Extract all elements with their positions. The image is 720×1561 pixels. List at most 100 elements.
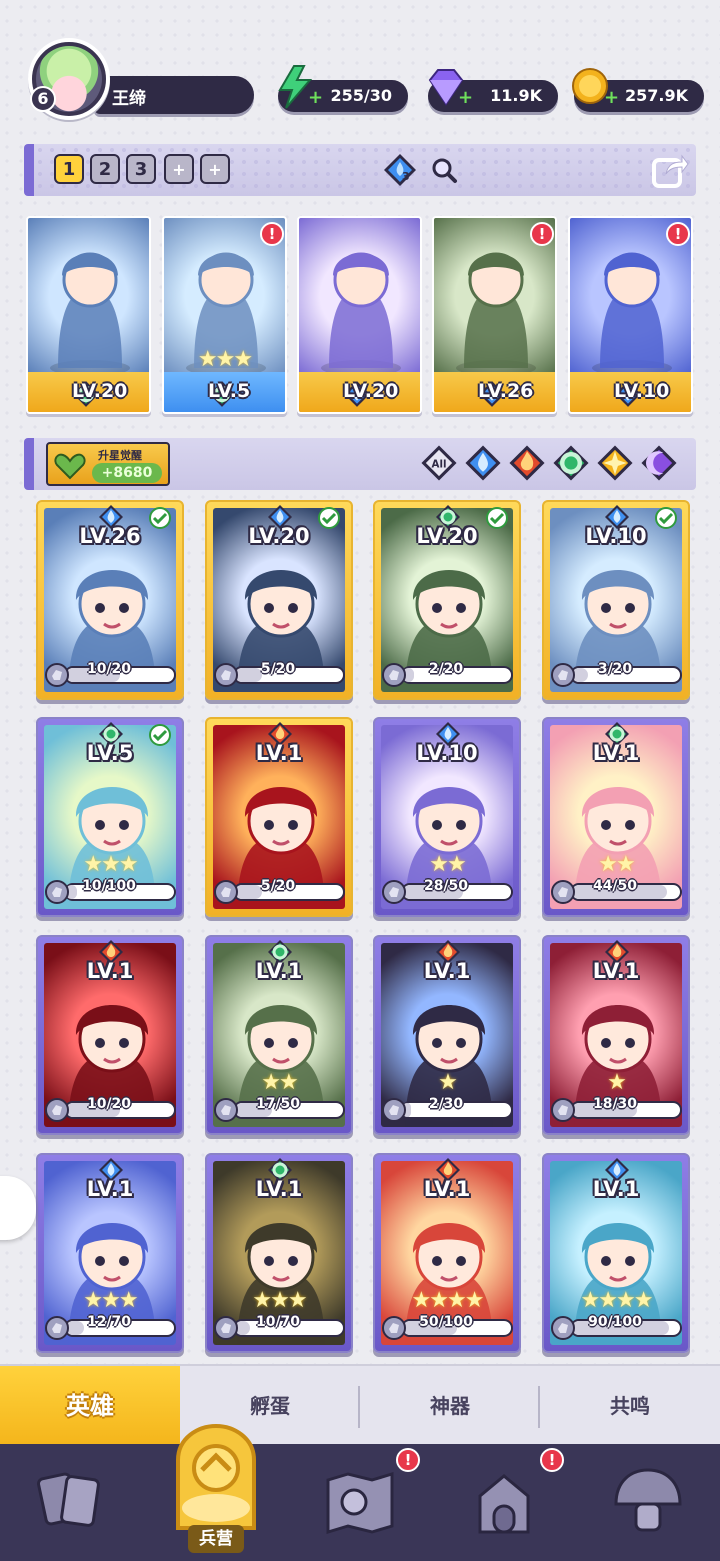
player-name-pill[interactable]: 王缔	[94, 76, 254, 114]
hero-level: LV.1	[423, 959, 471, 983]
hero-card[interactable]: LV.5 ★★★ 10/100	[36, 717, 184, 917]
hero-shard-progress: 10/20	[44, 1096, 176, 1123]
hero-level: LV.26	[79, 524, 141, 548]
hero-level: LV.20	[248, 524, 310, 548]
slot-alert-badge: !	[260, 222, 284, 246]
mushroom-icon	[614, 1468, 682, 1532]
slot-level: LV.20	[72, 380, 128, 402]
slot-level: LV.20	[343, 380, 399, 402]
team-tab-2[interactable]: 2	[90, 154, 120, 184]
hero-level: LV.1	[592, 1177, 640, 1201]
share-icon[interactable]	[650, 150, 690, 190]
hero-stars: ★★★	[83, 852, 138, 877]
add-team-button-2[interactable]: +	[200, 154, 230, 184]
team-slot[interactable]: LV.26	[432, 216, 557, 414]
team-slot[interactable]: LV.20	[297, 216, 422, 414]
nature-element-icon	[553, 445, 589, 481]
filter-light-button[interactable]	[596, 444, 634, 482]
hero-stars: ★★★★	[411, 1288, 485, 1313]
barracks-icon	[176, 1423, 256, 1530]
hero-stars: ★★	[261, 1070, 298, 1095]
add-energy-icon[interactable]: +	[308, 89, 324, 107]
hero-shard-progress: 17/50	[213, 1096, 345, 1123]
gem-resource[interactable]: + 11.9K	[428, 69, 558, 112]
hero-shard-progress: 50/100	[381, 1314, 513, 1341]
gem-value: 11.9K	[490, 86, 542, 105]
nav-barracks[interactable]: 兵营	[144, 1420, 288, 1561]
svg-text:All: All	[432, 459, 447, 470]
nav-cards[interactable]	[0, 1444, 144, 1561]
slot-level-bar: LV.5	[164, 372, 285, 412]
hero-card[interactable]: LV.20 5/20	[205, 500, 353, 700]
slot-alert-badge: !	[530, 222, 554, 246]
add-gold-icon[interactable]: +	[604, 89, 620, 107]
team-slot[interactable]: LV.10	[568, 216, 693, 414]
all-filter-icon: All	[421, 445, 457, 481]
team-selector-bar: 1 2 3 + + 3	[24, 144, 696, 196]
hero-card[interactable]: LV.1 ★★★★ 90/100	[542, 1153, 690, 1353]
team-slot[interactable]: ★★★ LV.5	[162, 216, 287, 414]
hero-shard-progress: 12/70	[44, 1314, 176, 1341]
add-gems-icon[interactable]: +	[458, 89, 474, 107]
team-tab-3[interactable]: 3	[126, 154, 156, 184]
nav-map[interactable]: !	[288, 1444, 432, 1561]
hero-shard-progress: 18/30	[550, 1096, 682, 1123]
hero-shard-progress: 3/20	[550, 661, 682, 688]
nav-mushroom[interactable]	[576, 1444, 720, 1561]
hero-stars: ★	[438, 1070, 458, 1095]
filter-nature-button[interactable]	[552, 444, 590, 482]
hero-shard-progress: 5/20	[213, 661, 345, 688]
hero-card[interactable]: LV.1 10/20	[36, 935, 184, 1135]
filter-all-button[interactable]: All	[420, 444, 458, 482]
hero-stars: ★★★	[197, 347, 253, 372]
hero-card[interactable]: LV.1 ★★★ 10/70	[205, 1153, 353, 1353]
filter-dark-button[interactable]	[640, 444, 678, 482]
awaken-value: +8680	[92, 463, 162, 483]
slot-alert-badge: !	[666, 222, 690, 246]
hero-card[interactable]: LV.1 ★★ 44/50	[542, 717, 690, 917]
tab-resonance[interactable]: 共鸣	[540, 1366, 720, 1446]
filter-water-button[interactable]	[464, 444, 502, 482]
hero-card[interactable]: LV.1 ★★★ 12/70	[36, 1153, 184, 1353]
hero-card[interactable]: LV.20 2/20	[373, 500, 521, 700]
hero-shard-progress: 10/70	[213, 1314, 345, 1341]
hero-card[interactable]: LV.1 ★★ 17/50	[205, 935, 353, 1135]
nav-shrine[interactable]: !	[432, 1444, 576, 1561]
hero-level: LV.5	[86, 741, 134, 765]
floating-helper-avatar[interactable]	[0, 1176, 36, 1240]
water-element-icon	[465, 445, 501, 481]
hero-figure	[50, 252, 130, 376]
magnify-icon[interactable]	[430, 156, 458, 184]
slot-level-bar: LV.20	[299, 372, 420, 412]
hero-card[interactable]: LV.1 5/20	[205, 717, 353, 917]
hero-card[interactable]: LV.1 ★★★★ 50/100	[373, 1153, 521, 1353]
hero-stars: ★★★	[252, 1288, 307, 1313]
heart-icon	[54, 453, 86, 480]
team-element-indicator[interactable]: 3	[382, 152, 418, 188]
slot-level-bar: LV.26	[434, 372, 555, 412]
filter-fire-button[interactable]	[508, 444, 546, 482]
add-team-button-1[interactable]: +	[164, 154, 194, 184]
bottom-nav: 兵营 ! !	[0, 1423, 720, 1561]
energy-resource[interactable]: + 255/30	[278, 65, 408, 112]
hero-card[interactable]: LV.1 ★ 2/30	[373, 935, 521, 1135]
star-awaken-button[interactable]: 升星觉醒 +8680	[46, 442, 170, 486]
awaken-title: 升星觉醒	[98, 449, 142, 462]
light-element-icon	[597, 445, 633, 481]
hero-card[interactable]: LV.10 3/20	[542, 500, 690, 700]
hero-shard-count: 2/30	[428, 1096, 464, 1112]
tab-artifacts[interactable]: 神器	[360, 1366, 540, 1446]
team-slot[interactable]: LV.20	[26, 216, 151, 414]
hero-level: LV.1	[592, 741, 640, 765]
hero-card[interactable]: LV.1 ★ 18/30	[542, 935, 690, 1135]
cards-icon	[36, 1472, 100, 1527]
nav-shrine-alert: !	[540, 1448, 564, 1472]
team-tab-1[interactable]: 1	[54, 154, 84, 184]
hero-shard-count: 10/100	[82, 878, 136, 894]
hero-card[interactable]: LV.26 10/20	[36, 500, 184, 700]
slot-level: LV.10	[614, 380, 670, 402]
hero-level: LV.1	[592, 959, 640, 983]
hero-level: LV.1	[255, 741, 303, 765]
gold-resource[interactable]: + 257.9K	[572, 68, 704, 112]
hero-card[interactable]: LV.10 ★★ 28/50	[373, 717, 521, 917]
